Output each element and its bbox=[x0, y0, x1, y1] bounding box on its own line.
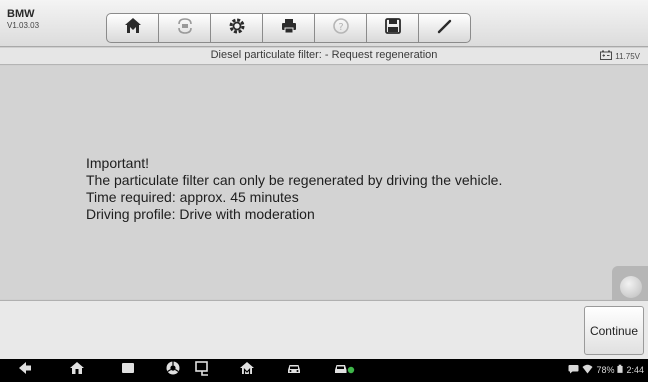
house-icon bbox=[239, 360, 255, 381]
vehicle-swap-icon bbox=[175, 16, 195, 41]
message-line: Time required: approx. 45 minutes bbox=[86, 189, 299, 205]
home-icon bbox=[69, 360, 85, 381]
message-text: Important! The particulate filter can on… bbox=[86, 155, 502, 223]
help-button[interactable]: ? bbox=[314, 13, 367, 43]
message-area: Important! The particulate filter can on… bbox=[0, 66, 648, 308]
system-nav-bar: 78% 2:44 bbox=[0, 359, 648, 382]
car-connect-icon bbox=[334, 360, 356, 381]
battery-icon bbox=[617, 364, 624, 376]
svg-text:?: ? bbox=[338, 22, 343, 33]
page-title: Diesel particulate filter: - Request reg… bbox=[210, 49, 438, 61]
battery-percent: 78% bbox=[596, 365, 615, 375]
status-indicators: 78% 2:44 bbox=[568, 364, 644, 376]
save-icon bbox=[383, 16, 403, 41]
vehicle-swap-button[interactable] bbox=[158, 13, 211, 43]
brand-name: BMW bbox=[7, 8, 35, 20]
back-button[interactable] bbox=[16, 362, 34, 379]
message-line: Driving profile: Drive with moderation bbox=[86, 206, 315, 222]
screenshot-icon bbox=[194, 360, 210, 381]
vehicle-battery-indicator: 11.75V bbox=[600, 50, 640, 62]
car-icon bbox=[286, 360, 302, 381]
vci-connect-button[interactable] bbox=[333, 362, 357, 379]
diagnostics-home-button[interactable] bbox=[238, 362, 256, 379]
battery-voltage: 11.75V bbox=[615, 51, 640, 61]
message-heading: Important! bbox=[86, 155, 150, 171]
brand-block: BMW V1.03.03 bbox=[7, 8, 39, 31]
action-bar: Continue bbox=[0, 300, 648, 359]
edit-icon bbox=[435, 16, 455, 41]
screenshot-button[interactable] bbox=[193, 360, 211, 381]
help-icon: ? bbox=[331, 16, 351, 41]
assist-dot-icon bbox=[620, 276, 642, 298]
browser-icon bbox=[165, 360, 181, 381]
back-arrow-icon bbox=[17, 360, 33, 381]
settings-button[interactable] bbox=[210, 13, 263, 43]
save-button[interactable] bbox=[366, 13, 419, 43]
message-icon bbox=[568, 364, 579, 376]
settings-icon bbox=[227, 16, 247, 41]
home-icon bbox=[123, 16, 143, 41]
vehicle-button[interactable] bbox=[285, 362, 303, 379]
wifi-icon bbox=[582, 364, 593, 376]
app-version: V1.03.03 bbox=[7, 21, 40, 30]
edit-button[interactable] bbox=[418, 13, 471, 43]
title-bar: Diesel particulate filter: - Request reg… bbox=[0, 48, 648, 65]
print-icon bbox=[279, 16, 299, 41]
home-button[interactable] bbox=[106, 13, 159, 43]
nav-home-button[interactable] bbox=[68, 362, 86, 379]
recent-apps-button[interactable] bbox=[119, 362, 137, 379]
message-line: The particulate filter can only be regen… bbox=[86, 172, 503, 188]
clock: 2:44 bbox=[626, 365, 644, 375]
print-button[interactable] bbox=[262, 13, 315, 43]
recent-apps-icon bbox=[120, 360, 136, 381]
car-battery-icon bbox=[600, 50, 613, 62]
top-app-bar: BMW V1.03.03 ? bbox=[0, 0, 648, 47]
continue-button[interactable]: Continue bbox=[584, 306, 644, 355]
browser-button[interactable] bbox=[164, 360, 182, 381]
toolbar: ? bbox=[106, 13, 471, 43]
